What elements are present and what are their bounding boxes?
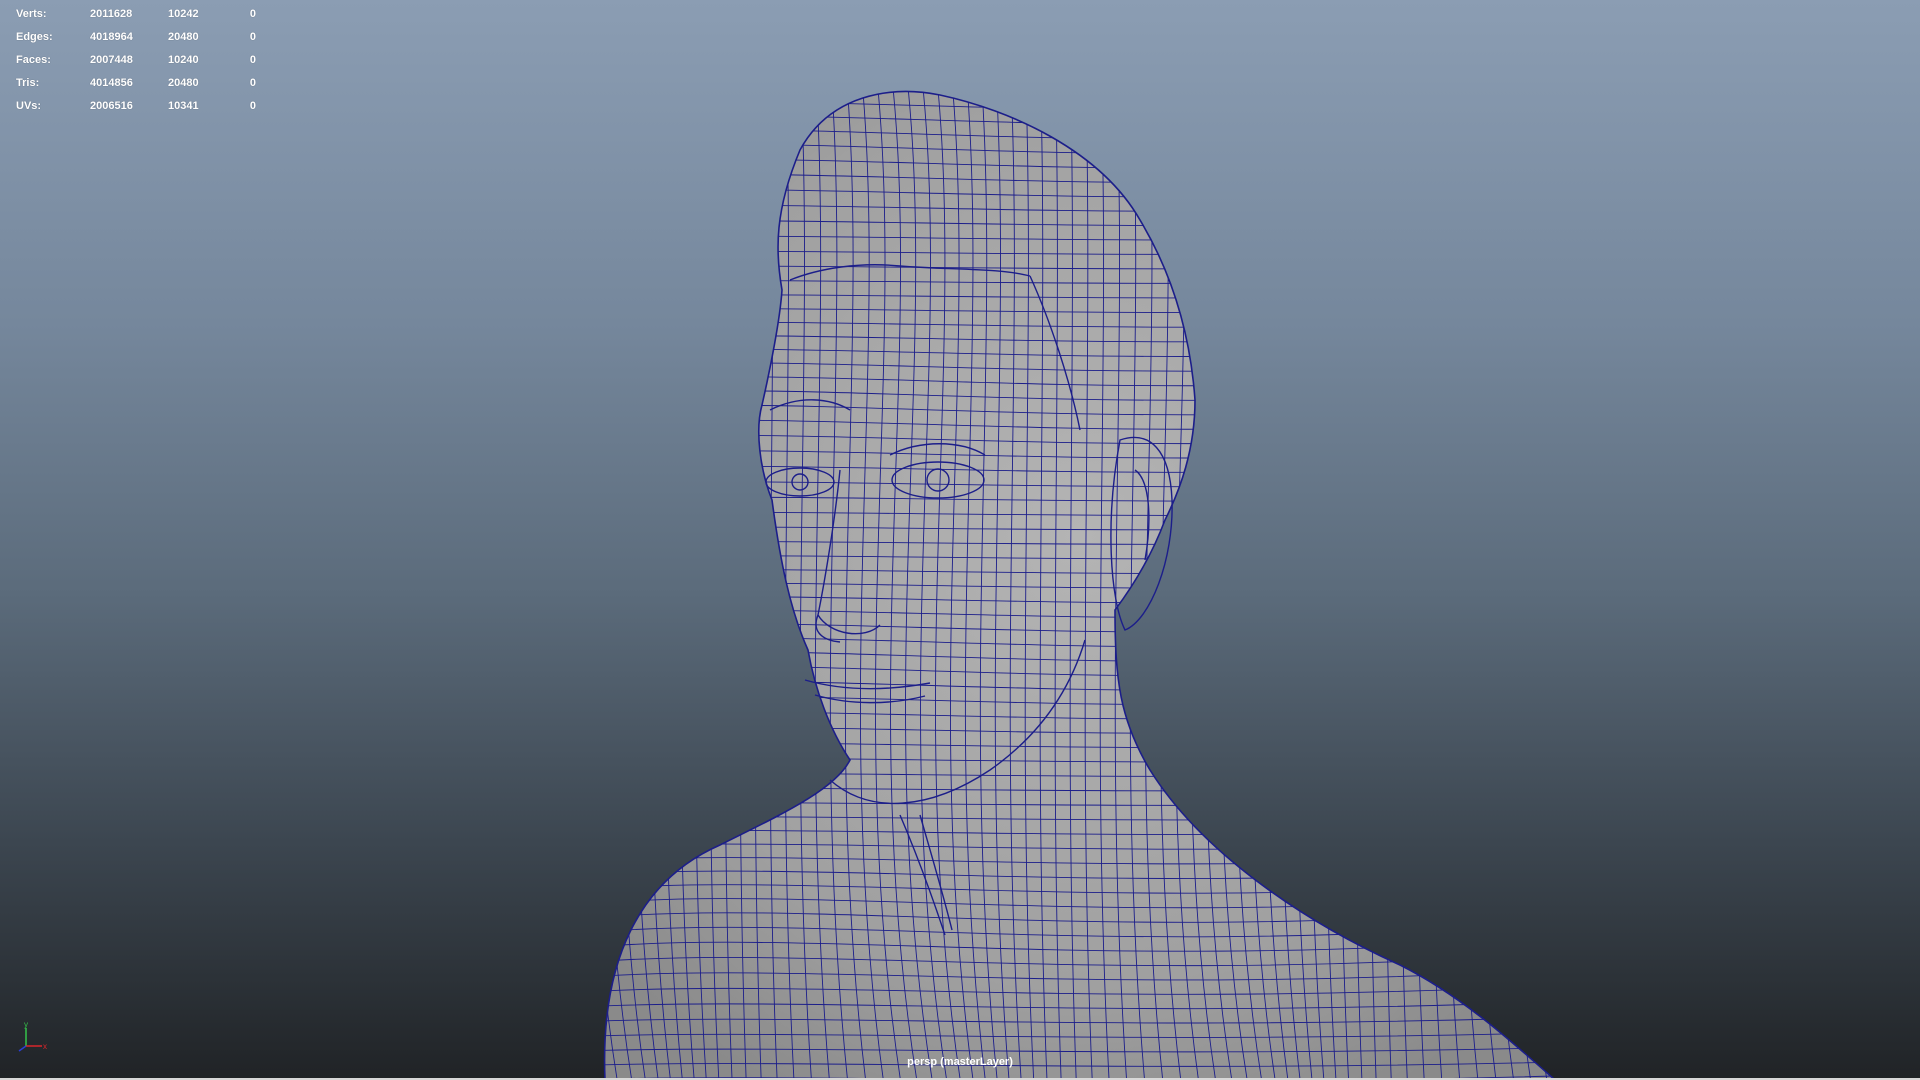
mesh-edge-loop bbox=[604, 135, 1555, 155]
hud-selected: 10341 bbox=[168, 99, 199, 112]
mesh-edge-ring bbox=[1459, 91, 1480, 1080]
hud-row-verts: Verts: 2011628 10242 0 bbox=[16, 2, 256, 25]
view-axis-icon: y x bbox=[18, 1020, 47, 1052]
mesh-edge-ring bbox=[1384, 91, 1393, 1080]
camera-label: persp (masterLayer) bbox=[907, 1056, 1013, 1068]
hud-total: 4018964 bbox=[90, 30, 133, 43]
mesh-edge-ring bbox=[1414, 91, 1426, 1080]
mesh-edge-ring bbox=[1444, 91, 1462, 1080]
mesh-edge-loop bbox=[604, 91, 1555, 96]
mesh-edge-ring bbox=[1399, 91, 1409, 1080]
mesh-edge-ring bbox=[1339, 91, 1350, 1080]
mesh-edge-loop bbox=[604, 93, 1555, 111]
hud-extra: 0 bbox=[249, 53, 256, 66]
mesh-edge-loop bbox=[604, 107, 1555, 126]
hud-label: Tris: bbox=[16, 76, 40, 89]
mesh-edge-ring bbox=[1474, 91, 1498, 1080]
wireframe-head-model[interactable] bbox=[0, 0, 1920, 1080]
hud-extra: 0 bbox=[249, 99, 256, 112]
poly-count-hud: Verts: 2011628 10242 0 Edges: 4018964 20… bbox=[16, 2, 256, 117]
axis-x-label: x bbox=[43, 1042, 47, 1051]
mesh-edge-ring bbox=[1489, 91, 1516, 1080]
hud-extra: 0 bbox=[249, 7, 256, 20]
axis-y-label: y bbox=[24, 1020, 28, 1029]
hud-total: 2006516 bbox=[90, 99, 133, 112]
mesh-edge-loop bbox=[560, 69, 1600, 81]
hud-row-uvs: UVs: 2006516 10341 0 bbox=[16, 94, 256, 117]
hud-label: Verts: bbox=[16, 7, 47, 20]
hud-extra: 0 bbox=[249, 30, 256, 43]
hud-selected: 20480 bbox=[168, 76, 199, 89]
mesh-edge-ring bbox=[1534, 91, 1555, 1080]
hud-row-edges: Edges: 4018964 20480 0 bbox=[16, 25, 256, 48]
hud-selected: 10242 bbox=[168, 7, 199, 20]
hud-row-tris: Tris: 4014856 20480 0 bbox=[16, 71, 256, 94]
hud-total: 2011628 bbox=[90, 7, 133, 20]
mesh-edge-ring bbox=[604, 91, 634, 1080]
hud-selected: 10240 bbox=[168, 53, 199, 66]
hud-extra: 0 bbox=[249, 76, 256, 89]
viewport-3d[interactable]: Verts: 2011628 10242 0 Edges: 4018964 20… bbox=[0, 0, 1920, 1080]
hud-label: Edges: bbox=[16, 30, 53, 43]
hud-selected: 20480 bbox=[168, 30, 199, 43]
mesh-edge-ring bbox=[1369, 91, 1377, 1080]
hud-label: UVs: bbox=[16, 99, 42, 112]
mesh-edge-ring bbox=[1429, 91, 1443, 1080]
hud-label: Faces: bbox=[16, 53, 51, 66]
hud-total: 4014856 bbox=[90, 76, 133, 89]
mesh-edge-ring bbox=[604, 91, 620, 1080]
mesh-edge-ring bbox=[1354, 91, 1363, 1080]
mesh-edge-loop bbox=[604, 120, 1555, 140]
hud-row-faces: Faces: 2007448 10240 0 bbox=[16, 48, 256, 71]
hud-total: 2007448 bbox=[90, 53, 133, 66]
mesh-edge-ring bbox=[1504, 91, 1533, 1080]
mesh-edge-ring bbox=[1519, 91, 1549, 1080]
